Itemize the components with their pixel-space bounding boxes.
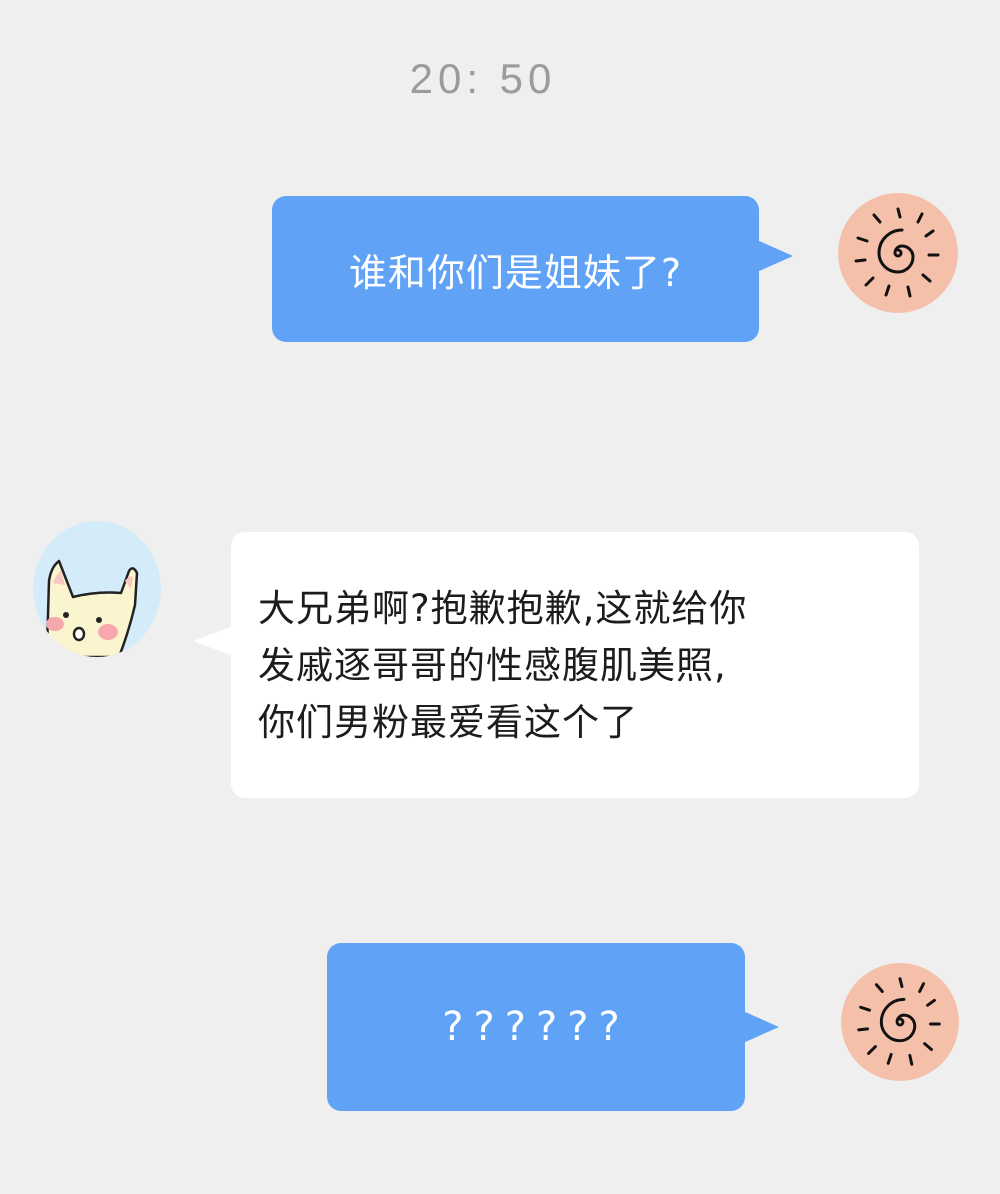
cat-face-icon: [33, 521, 161, 657]
message-text: 大兄弟啊?抱歉抱歉,这就给你 发戚逐哥哥的性感腹肌美照, 你们男粉最爱看这个了: [258, 586, 748, 744]
bubble-tail: [193, 626, 233, 656]
self-avatar[interactable]: [841, 963, 959, 1081]
message-bubble-outgoing[interactable]: 谁和你们是姐妹了?: [272, 196, 793, 342]
bubble-tail: [757, 240, 793, 272]
message-text: ??????: [442, 1004, 630, 1050]
message-text: 谁和你们是姐妹了?: [348, 250, 683, 295]
other-avatar[interactable]: [33, 521, 161, 657]
bubble-tail: [743, 1011, 779, 1043]
sun-spiral-icon: [841, 963, 959, 1081]
sun-spiral-icon: [838, 193, 958, 313]
message-bubble-outgoing[interactable]: ??????: [327, 943, 779, 1111]
message-bubble-incoming[interactable]: 大兄弟啊?抱歉抱歉,这就给你 发戚逐哥哥的性感腹肌美照, 你们男粉最爱看这个了: [193, 532, 919, 798]
chat-timestamp: 20: 50: [409, 55, 557, 102]
self-avatar[interactable]: [838, 193, 958, 313]
